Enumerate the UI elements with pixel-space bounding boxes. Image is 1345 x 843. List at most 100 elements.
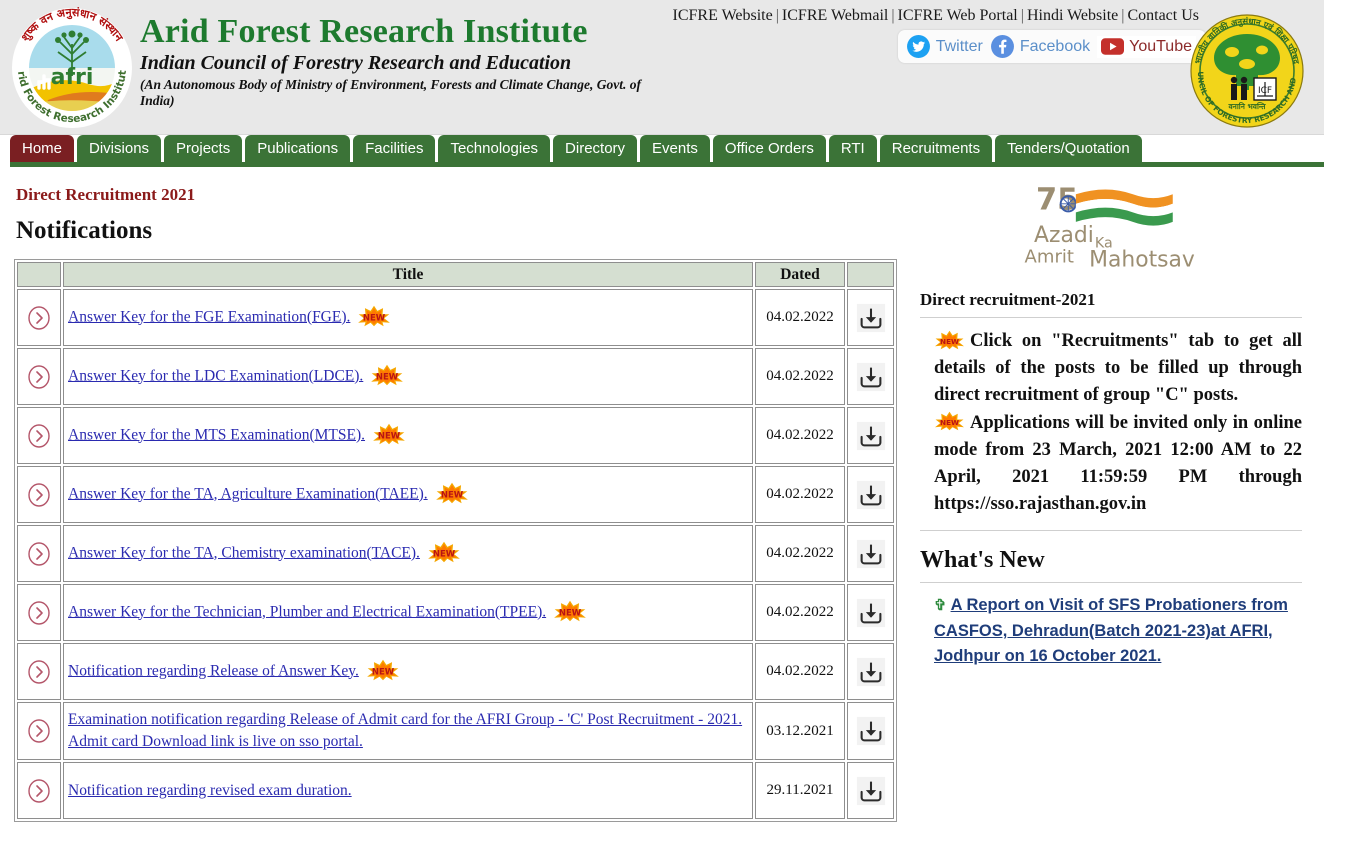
nav-item-tenders-quotation[interactable]: Tenders/Quotation <box>995 135 1142 165</box>
nav-item-events[interactable]: Events <box>640 135 710 165</box>
council-line: Indian Council of Forestry Research and … <box>140 51 572 74</box>
sidebar-column: 75 Azadi Ka Amrit Mahotsav Direct recrui… <box>900 171 1324 822</box>
chevron-right-circle-icon <box>28 305 50 330</box>
row-arrow-cell <box>17 289 61 346</box>
download-icon[interactable] <box>856 421 886 451</box>
table-row: Answer Key for the TA, Chemistry examina… <box>17 525 894 582</box>
download-icon[interactable] <box>856 716 886 746</box>
row-download-cell[interactable] <box>847 525 894 582</box>
new-badge-icon: NEW <box>428 541 460 562</box>
column-header-download <box>847 262 894 287</box>
autonomous-body-line: (An Autonomous Body of Ministry of Envir… <box>140 76 641 108</box>
chevron-right-circle-icon <box>28 364 50 389</box>
row-download-cell[interactable] <box>847 584 894 641</box>
nav-item-technologies[interactable]: Technologies <box>438 135 551 165</box>
chevron-right-circle-icon <box>28 482 50 507</box>
top-link-icfre-website[interactable]: ICFRE Website <box>673 7 773 24</box>
sidebar-divider-2 <box>920 530 1302 532</box>
nav-item-home[interactable]: Home <box>10 135 75 165</box>
sidebar-divider-3 <box>920 582 1302 584</box>
sidebar-notice-1: NEW Click on "Recruitments" tab to get a… <box>934 328 1302 410</box>
download-icon[interactable] <box>856 480 886 510</box>
download-icon[interactable] <box>856 539 886 569</box>
notification-link[interactable]: Answer Key for the Technician, Plumber a… <box>68 603 546 620</box>
notification-link[interactable]: Examination notification regarding Relea… <box>68 711 742 750</box>
new-badge-icon: NEW <box>935 412 964 431</box>
table-row: Notification regarding Release of Answer… <box>17 643 894 700</box>
notification-link[interactable]: Answer Key for the FGE Examination(FGE). <box>68 308 350 325</box>
institute-name: Arid Forest Research Institute <box>140 13 588 50</box>
nav-item-office-orders[interactable]: Office Orders <box>712 135 826 165</box>
nav-item-publications[interactable]: Publications <box>245 135 351 165</box>
download-icon[interactable] <box>856 303 886 333</box>
row-date-cell: 29.11.2021 <box>755 762 845 819</box>
nav-item-recruitments[interactable]: Recruitments <box>879 135 993 165</box>
row-date-cell: 04.02.2022 <box>755 466 845 523</box>
nav-item-divisions[interactable]: Divisions <box>77 135 162 165</box>
sidebar-notice-1-text: Click on "Recruitments" tab to get all d… <box>934 331 1302 406</box>
row-title-cell: Answer Key for the TA, Chemistry examina… <box>63 525 753 582</box>
notification-link[interactable]: Answer Key for the TA, Agriculture Exami… <box>68 485 428 502</box>
afri-logo: afri शुष्क वन अनुसंधान संस्थान Arid Fore… <box>8 4 132 128</box>
notification-link[interactable]: Answer Key for the MTS Examination(MTSE)… <box>68 426 365 443</box>
social-link-youtube[interactable]: YouTube <box>1097 35 1196 58</box>
notification-link[interactable]: Answer Key for the TA, Chemistry examina… <box>68 544 420 561</box>
row-title-cell: Answer Key for the LDC Examination(LDCE)… <box>63 348 753 405</box>
top-link-icfre-webmail[interactable]: ICFRE Webmail <box>782 7 888 24</box>
row-date-cell: 03.12.2021 <box>755 702 845 760</box>
row-download-cell[interactable] <box>847 466 894 523</box>
new-badge-icon: NEW <box>373 423 405 444</box>
svg-text:NEW: NEW <box>441 490 464 500</box>
notification-link[interactable]: Answer Key for the LDC Examination(LDCE)… <box>68 367 363 384</box>
row-download-cell[interactable] <box>847 643 894 700</box>
row-download-cell[interactable] <box>847 289 894 346</box>
row-arrow-cell <box>17 348 61 405</box>
azadi-word-1: Azadi <box>1034 223 1094 248</box>
column-header-arrow <box>17 262 61 287</box>
whats-new-link[interactable]: A Report on Visit of SFS Probationers fr… <box>934 596 1288 665</box>
whats-new-item: ✞ A Report on Visit of SFS Probationers … <box>920 593 1302 670</box>
nav-item-facilities[interactable]: Facilities <box>353 135 436 165</box>
institute-title-block: Arid Forest Research Institute Indian Co… <box>140 14 660 109</box>
twitter-icon <box>906 35 930 58</box>
top-link-icfre-web-portal[interactable]: ICFRE Web Portal <box>898 7 1018 24</box>
main-navigation: Home Divisions Projects Publications Fac… <box>0 135 1324 171</box>
row-download-cell[interactable] <box>847 348 894 405</box>
row-date-cell: 04.02.2022 <box>755 643 845 700</box>
download-icon[interactable] <box>856 362 886 392</box>
nav-item-directory[interactable]: Directory <box>553 135 638 165</box>
new-badge-icon: NEW <box>435 482 468 503</box>
svg-text:NEW: NEW <box>378 431 401 441</box>
row-download-cell[interactable] <box>847 762 894 819</box>
download-icon[interactable] <box>856 776 886 806</box>
notification-link[interactable]: Notification regarding Release of Answer… <box>68 662 359 679</box>
page-root: afri शुष्क वन अनुसंधान संस्थान Arid Fore… <box>0 0 1324 843</box>
row-date-cell: 04.02.2022 <box>755 348 845 405</box>
notifications-table: Title Dated Answer Key for the FGE Exami… <box>14 259 897 822</box>
sidebar-notice-2: NEW Applications will be invited only in… <box>934 410 1302 519</box>
download-icon[interactable] <box>856 657 886 687</box>
row-arrow-cell <box>17 584 61 641</box>
table-row: Notification regarding revised exam dura… <box>17 762 894 819</box>
row-title-cell: Answer Key for the TA, Agriculture Exami… <box>63 466 753 523</box>
chevron-right-circle-icon <box>28 719 50 743</box>
table-row: Answer Key for the MTS Examination(MTSE)… <box>17 407 894 464</box>
social-link-facebook[interactable]: Facebook <box>990 34 1090 59</box>
social-link-twitter[interactable]: Twitter <box>906 34 983 59</box>
row-title-cell: Answer Key for the Technician, Plumber a… <box>63 584 753 641</box>
column-header-title: Title <box>63 262 753 287</box>
nav-item-projects[interactable]: Projects <box>164 135 243 165</box>
svg-text:NEW: NEW <box>376 372 399 382</box>
nav-item-rti[interactable]: RTI <box>828 135 877 165</box>
row-download-cell[interactable] <box>847 407 894 464</box>
notification-link[interactable]: Notification regarding revised exam dura… <box>68 782 352 799</box>
row-title-cell: Notification regarding revised exam dura… <box>63 762 753 819</box>
azadi-ka-amrit-mahotsav-logo: 75 Azadi Ka Amrit Mahotsav <box>1025 183 1195 273</box>
download-icon[interactable] <box>856 598 886 628</box>
top-link-hindi-website[interactable]: Hindi Website <box>1027 7 1118 24</box>
new-badge-icon: NEW <box>358 305 391 326</box>
whats-new-heading: What's New <box>920 547 1045 574</box>
row-download-cell[interactable] <box>847 702 894 760</box>
link-separator: | <box>775 7 779 24</box>
svg-text:afri: afri <box>51 65 94 90</box>
